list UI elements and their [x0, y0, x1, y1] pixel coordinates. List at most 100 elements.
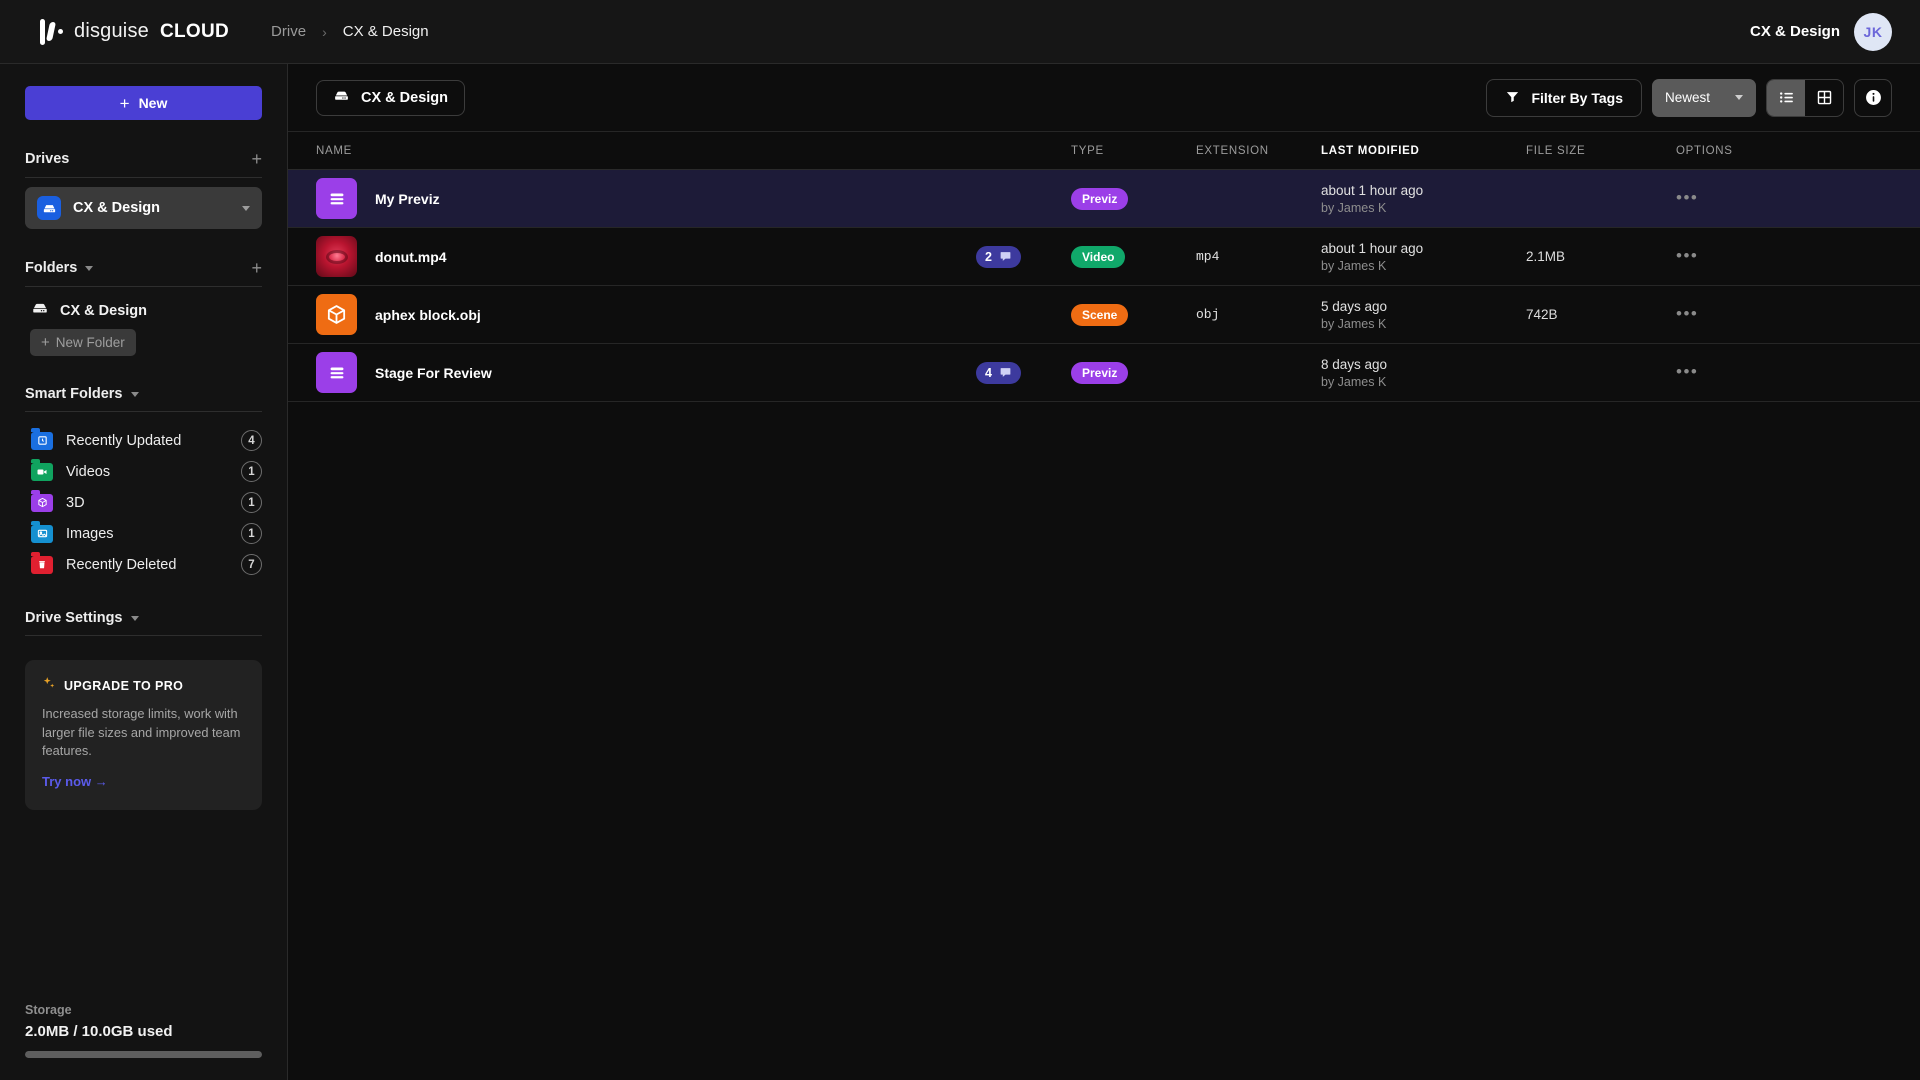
info-icon [1864, 88, 1883, 107]
smart-folder-label: Recently Updated [66, 433, 181, 449]
content-toolbar: CX & Design Filter By Tags Newest [288, 64, 1920, 132]
drives-section-header: Drives + [25, 150, 262, 178]
folder-trash-icon [31, 556, 53, 574]
chevron-down-icon[interactable] [242, 206, 250, 211]
list-view-button[interactable] [1767, 80, 1805, 116]
chevron-down-icon[interactable] [85, 266, 93, 271]
comment-count-badge[interactable]: 4 [976, 362, 1021, 384]
comments-cell: 4 [976, 362, 1071, 384]
sort-select-value: Newest [1665, 90, 1710, 105]
folders-section-title: Folders [25, 260, 77, 276]
options-cell: ••• [1676, 189, 1892, 208]
add-drive-icon[interactable]: + [251, 150, 262, 168]
new-button-label: New [139, 95, 168, 111]
sidebar-drive-label: CX & Design [73, 200, 160, 216]
column-header-extension[interactable]: EXTENSION [1196, 145, 1321, 157]
drives-section-title: Drives [25, 151, 69, 167]
current-folder-chip[interactable]: CX & Design [316, 80, 465, 116]
smart-folder-count: 1 [241, 523, 262, 544]
comment-count: 4 [985, 366, 992, 380]
sort-select[interactable]: Newest [1652, 79, 1756, 117]
storage-value: 2.0MB / 10.0GB used [25, 1023, 262, 1040]
table-row[interactable]: My Previz Previz about 1 hour ago by Jam… [288, 170, 1920, 228]
organization-name: CX & Design [1750, 23, 1840, 40]
column-header-name[interactable]: NAME [316, 145, 976, 157]
column-header-last-modified[interactable]: LAST MODIFIED [1321, 145, 1526, 157]
try-now-link[interactable]: Try now → [42, 774, 108, 789]
filter-by-tags-button[interactable]: Filter By Tags [1486, 79, 1642, 117]
smart-folders-section-title: Smart Folders [25, 386, 123, 402]
previz-icon [316, 178, 357, 219]
brand-logo[interactable]: disguise CLOUD [40, 19, 229, 45]
last-modified-cell: about 1 hour ago by James K [1321, 183, 1526, 215]
sidebar: + New Drives + CX & Design Folders + [0, 64, 288, 1080]
new-folder-button[interactable]: + New Folder [30, 329, 136, 356]
column-header-file-size[interactable]: FILE SIZE [1526, 145, 1676, 157]
type-cell: Previz [1071, 188, 1196, 210]
sidebar-folder-label: CX & Design [60, 303, 147, 319]
breadcrumb: Drive › CX & Design [271, 23, 429, 40]
column-header-type[interactable]: TYPE [1071, 145, 1196, 157]
sidebar-item-images[interactable]: Images 1 [25, 518, 262, 549]
chevron-down-icon[interactable] [131, 392, 139, 397]
comment-icon [999, 250, 1012, 263]
smart-folders-section-header: Smart Folders [25, 386, 262, 412]
file-name: donut.mp4 [375, 249, 447, 265]
sidebar-item-recently-deleted[interactable]: Recently Deleted 7 [25, 549, 262, 580]
new-button[interactable]: + New [25, 86, 262, 120]
chevron-down-icon[interactable] [131, 616, 139, 621]
sidebar-item-recently-updated[interactable]: Recently Updated 4 [25, 425, 262, 456]
last-modified-author: by James K [1321, 375, 1526, 389]
table-row[interactable]: donut.mp4 2 Video mp4 about 1 hour ago b… [288, 228, 1920, 286]
file-name-cell: donut.mp4 [316, 236, 976, 277]
cube-icon [316, 294, 357, 335]
last-modified-time: 5 days ago [1321, 299, 1526, 314]
top-bar-right: CX & Design JK [1750, 13, 1892, 51]
upgrade-to-pro-card[interactable]: UPGRADE TO PRO Increased storage limits,… [25, 660, 262, 810]
smart-folder-count: 1 [241, 461, 262, 482]
sidebar-item-videos[interactable]: Videos 1 [25, 456, 262, 487]
ellipsis-icon[interactable]: ••• [1676, 188, 1698, 207]
breadcrumb-item-current[interactable]: CX & Design [343, 23, 429, 40]
table-row[interactable]: Stage For Review 4 Previz 8 days ago by … [288, 344, 1920, 402]
list-view-icon [1778, 89, 1795, 106]
smart-folder-count: 4 [241, 430, 262, 451]
grid-view-button[interactable] [1805, 80, 1843, 116]
file-size-cell: 742B [1526, 307, 1676, 322]
last-modified-cell: 8 days ago by James K [1321, 357, 1526, 389]
file-name-cell: Stage For Review [316, 352, 976, 393]
table-row[interactable]: aphex block.obj Scene obj 5 days ago by … [288, 286, 1920, 344]
ellipsis-icon[interactable]: ••• [1676, 246, 1698, 265]
smart-folder-count: 1 [241, 492, 262, 513]
type-badge: Video [1071, 246, 1125, 268]
comment-count-badge[interactable]: 2 [976, 246, 1021, 268]
last-modified-author: by James K [1321, 259, 1526, 273]
avatar[interactable]: JK [1854, 13, 1892, 51]
sidebar-item-folder-cx-design[interactable]: CX & Design [25, 299, 262, 322]
ellipsis-icon[interactable]: ••• [1676, 304, 1698, 323]
type-badge: Previz [1071, 362, 1128, 384]
folder-video-icon [31, 463, 53, 481]
sidebar-item-3d[interactable]: 3D 1 [25, 487, 262, 518]
folder-clock-icon [31, 432, 53, 450]
drive-settings-title: Drive Settings [25, 610, 123, 626]
add-folder-icon[interactable]: + [251, 259, 262, 277]
breadcrumb-item-drive[interactable]: Drive [271, 23, 306, 40]
column-header-options: OPTIONS [1676, 145, 1892, 157]
storage-label: Storage [25, 1003, 262, 1017]
file-size-cell: 2.1MB [1526, 249, 1676, 264]
brand-name: disguise [74, 20, 149, 43]
brand-product: CLOUD [160, 21, 229, 43]
file-name-cell: My Previz [316, 178, 976, 219]
sidebar-item-drive-cx-design[interactable]: CX & Design [25, 187, 262, 229]
last-modified-author: by James K [1321, 201, 1526, 215]
ellipsis-icon[interactable]: ••• [1676, 362, 1698, 381]
comments-cell: 2 [976, 246, 1071, 268]
type-badge: Previz [1071, 188, 1128, 210]
info-button[interactable] [1854, 79, 1892, 117]
breadcrumb-separator-icon: › [322, 24, 327, 40]
drive-settings-section-header[interactable]: Drive Settings [25, 610, 262, 636]
drive-icon [333, 87, 350, 108]
file-name: My Previz [375, 191, 440, 207]
options-cell: ••• [1676, 305, 1892, 324]
